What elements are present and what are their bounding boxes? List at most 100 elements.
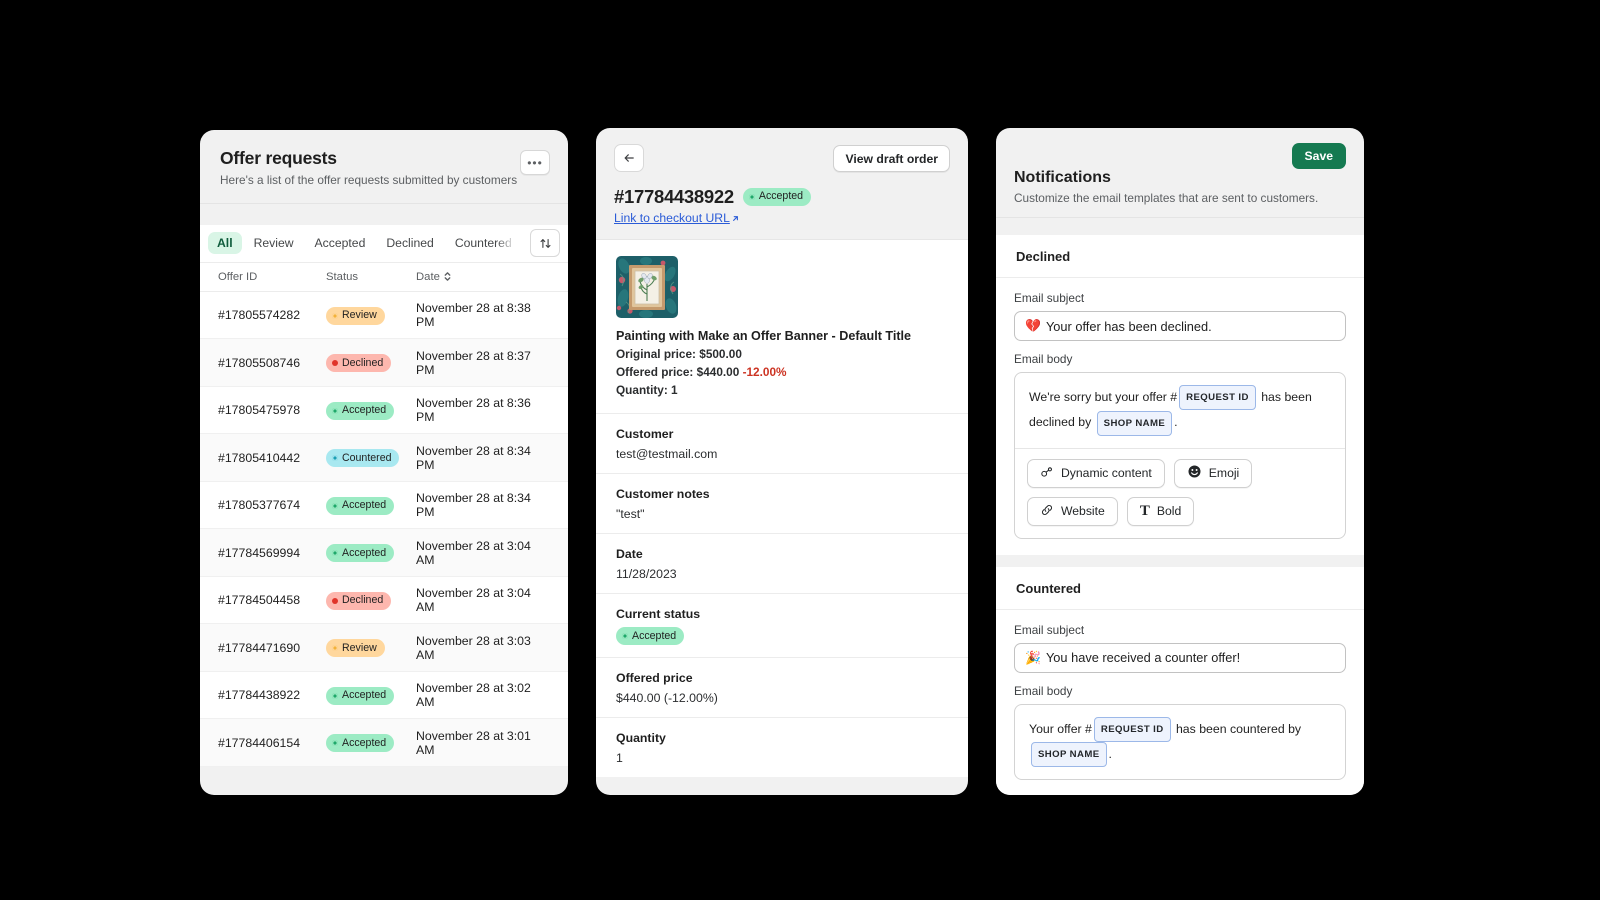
status-dot-icon xyxy=(332,597,338,604)
toolbar-button-dynamic-content[interactable]: Dynamic content xyxy=(1027,458,1165,488)
detail-field: Current status Accepted xyxy=(596,593,968,657)
cell-status: Countered xyxy=(326,448,416,468)
cell-date: November 28 at 3:04 AM xyxy=(416,538,531,567)
status-badge: Accepted xyxy=(326,544,395,563)
cell-offer-id: #17784438922 xyxy=(218,688,301,703)
notification-sections: Declined Email subject 💔 Your offer has bee… xyxy=(996,235,1364,795)
dynamic-token[interactable]: SHOP NAME xyxy=(1096,410,1173,436)
table-row[interactable]: #17805475978 Accepted November 28 at 8:36 … xyxy=(200,386,568,435)
toolbar-button-label: Emoji xyxy=(1208,466,1240,481)
section-body: Email subject 🎉 You have received a counte… xyxy=(996,610,1364,795)
section-body: Email subject 💔 Your offer has been declin… xyxy=(996,278,1364,555)
product-offered-price-label: Offered price: $440.00 xyxy=(616,365,740,379)
cell-status: Accepted xyxy=(326,401,416,420)
cell-offer-id: #17784471690 xyxy=(218,640,301,655)
status-dot-icon xyxy=(332,502,338,509)
status-badge-label: Accepted xyxy=(342,546,387,559)
table-row[interactable]: #17805574282 Review November 28 at 8:38 PM xyxy=(200,291,568,340)
cell-date: November 28 at 8:34 PM xyxy=(416,491,531,520)
toolbar-button-bold[interactable]: T Bold xyxy=(1126,496,1195,526)
table-row[interactable]: #17805508746 Declined November 28 at 8:37 … xyxy=(200,339,568,387)
offer-id-row: #17784438922 Accepted xyxy=(614,186,950,208)
screenshot-stage: Offer requests Here's a list of the offe… xyxy=(0,0,1600,900)
product-quantity: Quantity: 1 xyxy=(616,383,678,397)
notifications-header: Save Notifications Customize the email t… xyxy=(996,128,1364,217)
link-chain-icon xyxy=(1040,503,1054,520)
detail-field-label: Quantity xyxy=(616,731,666,746)
status-badge-label: Review xyxy=(342,309,377,321)
table-row[interactable]: #17805377674 Accepted November 28 at 8:34 … xyxy=(200,481,568,530)
tab-declined[interactable]: Declined xyxy=(377,232,442,254)
email-body-content[interactable]: We're sorry but your offer # REQUEST ID h… xyxy=(1015,373,1345,448)
status-badge: Accepted xyxy=(616,627,685,646)
cell-offer-id: #17805377674 xyxy=(218,498,301,513)
column-header-offer-id: Offer ID xyxy=(218,270,258,283)
more-actions-button[interactable]: ••• xyxy=(520,150,550,175)
page-title: Offer requests xyxy=(220,148,337,168)
detail-field-value: "test" xyxy=(616,507,645,521)
status-badge: Countered xyxy=(326,449,400,468)
sort-button[interactable] xyxy=(530,229,560,258)
back-button[interactable] xyxy=(614,144,644,172)
notifications-panel: Save Notifications Customize the email t… xyxy=(996,128,1364,795)
toolbar-button-website[interactable]: Website xyxy=(1027,496,1118,526)
status-dot-icon xyxy=(748,193,755,200)
body-text: Your offer # xyxy=(1029,721,1092,736)
dynamic-content-icon xyxy=(1040,465,1054,482)
offer-detail-panel: View draft order #17784438922 Accepted L… xyxy=(596,128,968,795)
table-row[interactable]: #17784438922 Accepted November 28 at 3:02 … xyxy=(200,671,568,720)
status-badge: Review xyxy=(326,306,385,325)
dynamic-token[interactable]: REQUEST ID xyxy=(1093,716,1171,743)
cell-status: Accepted xyxy=(326,543,416,563)
cell-status: Accepted xyxy=(326,496,416,515)
detail-field: Quantity 1 xyxy=(596,717,968,777)
table-row[interactable]: #17784406154 Accepted November 28 at 3:01 … xyxy=(200,719,568,767)
email-body-content[interactable]: Your offer # REQUEST ID has been countere… xyxy=(1015,705,1345,780)
email-body-editor[interactable]: Your offer # REQUEST ID has been countere… xyxy=(1014,703,1346,781)
table-row[interactable]: #17784504458 Declined November 28 at 3:04 … xyxy=(200,576,568,625)
ellipsis-icon: ••• xyxy=(527,155,543,170)
status-badge-label: Declined xyxy=(342,594,384,606)
detail-field-label: Offered price xyxy=(616,671,693,686)
status-badge: Accepted xyxy=(326,401,395,420)
view-draft-order-button[interactable]: View draft order xyxy=(833,145,950,172)
product-thumbnail xyxy=(616,256,678,318)
detail-field-label: Date xyxy=(616,547,643,561)
table-row[interactable]: #17784569994 Accepted November 28 at 3:04 … xyxy=(200,529,568,577)
table-header-row: Offer ID Status Date xyxy=(200,262,568,292)
tab-review[interactable]: Review xyxy=(245,232,303,254)
notifications-divider xyxy=(996,217,1364,235)
toolbar-button-emoji[interactable]: Emoji xyxy=(1173,458,1253,488)
email-body-editor[interactable]: We're sorry but your offer # REQUEST ID h… xyxy=(1014,372,1346,539)
status-badge: Declined xyxy=(326,591,392,610)
dynamic-token[interactable]: REQUEST ID xyxy=(1179,385,1256,411)
email-subject-input[interactable]: 🎉 You have received a counter offer! xyxy=(1014,642,1346,673)
status-badge-label: Review xyxy=(342,641,377,654)
cell-date: November 28 at 8:38 PM xyxy=(416,301,531,330)
cell-offer-id: #17805475978 xyxy=(218,403,301,418)
email-subject-value: You have received a counter offer! xyxy=(1045,650,1241,666)
checkout-url-link[interactable]: Link to checkout URL xyxy=(614,211,740,225)
cell-status: Accepted xyxy=(326,686,416,705)
dynamic-token[interactable]: SHOP NAME xyxy=(1031,742,1107,768)
status-badge-label: Declined xyxy=(342,356,384,369)
cell-offer-id: #17805410442 xyxy=(218,450,301,465)
section-title: Countered xyxy=(996,567,1364,610)
table-row[interactable]: #17805410442 Countered November 28 at 8:34… xyxy=(200,434,568,482)
cell-date: November 28 at 3:02 AM xyxy=(416,681,531,710)
cell-status: Review xyxy=(326,306,416,325)
tab-all[interactable]: All xyxy=(208,232,242,255)
save-button[interactable]: Save xyxy=(1291,143,1346,169)
email-subject-input[interactable]: 💔 Your offer has been declined. xyxy=(1014,311,1346,341)
offer-requests-header: Offer requests Here's a list of the offe… xyxy=(200,130,568,203)
cell-date: November 28 at 3:04 AM xyxy=(416,586,531,615)
cell-offer-id: #17784504458 xyxy=(218,593,301,608)
subject-emoji-icon: 💔 xyxy=(1025,318,1041,333)
table-row[interactable]: #17784471690 Review November 28 at 3:03 AM xyxy=(200,624,568,672)
detail-field: Customer test@testmail.com xyxy=(596,414,968,473)
tab-accepted[interactable]: Accepted xyxy=(306,232,375,254)
status-badge-label: Accepted xyxy=(342,736,387,749)
status-dot-icon xyxy=(332,740,338,747)
column-header-date[interactable]: Date xyxy=(416,271,550,283)
status-dot-icon xyxy=(332,645,338,652)
